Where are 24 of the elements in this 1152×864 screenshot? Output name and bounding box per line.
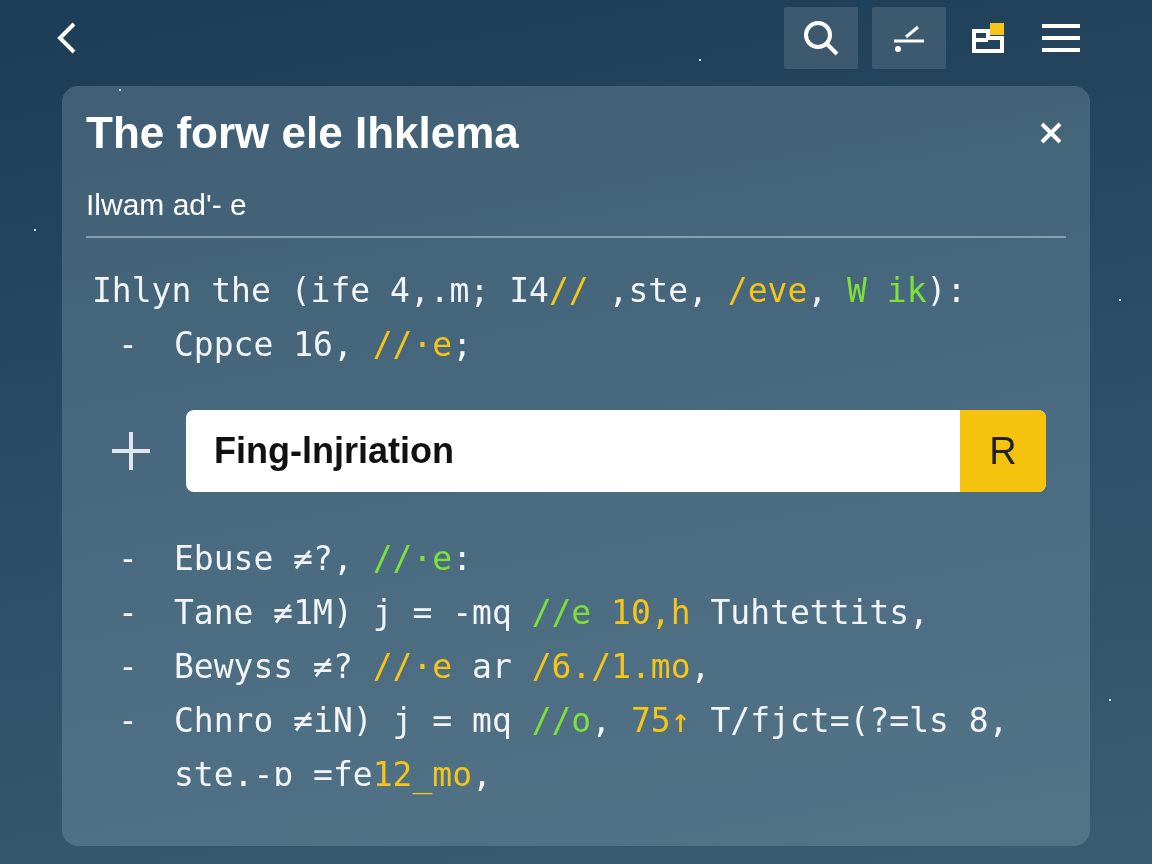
- list-item-text: Tane ≠1M) j = -mq //e 10,h Tuhtettits,: [174, 592, 930, 634]
- bullet-dash: -: [118, 592, 139, 634]
- menu-icon: [1042, 23, 1080, 53]
- bullet-dash: -: [118, 324, 139, 366]
- bullet-dash: -: [118, 700, 139, 742]
- close-icon: [1040, 122, 1062, 144]
- layout-icon: [972, 22, 1006, 54]
- bullet-dash: -: [118, 538, 139, 580]
- pen-icon: [892, 23, 926, 53]
- card-subtitle: Ilwam ad'- e: [86, 188, 1066, 238]
- search-icon: [802, 19, 840, 57]
- list-item-text: Chnro ≠iN) j = mq //o, 75↑ T/fjct=(?=ls 8, ste.-ɒ =fe12_mo,: [174, 700, 1010, 797]
- search-button[interactable]: [784, 7, 858, 69]
- intro-text: Ihlyn the (ife 4,.m; I4// ,ste, /eve, W ik):: [91, 270, 968, 312]
- back-icon: [56, 21, 78, 55]
- card-title: The forw ele Ihklema: [86, 108, 519, 158]
- list-item-text: Ebuse ≠?, //·e:: [174, 538, 474, 580]
- list-item-text: Bewyss ≠? //·e ar /6./1.mo,: [174, 646, 712, 688]
- plus-icon[interactable]: [110, 430, 152, 472]
- edit-button[interactable]: [872, 7, 946, 69]
- list-item-text: Cppce 16, //·e;: [174, 324, 474, 366]
- bullet-dash: -: [118, 646, 139, 688]
- submit-button[interactable]: R: [960, 410, 1046, 492]
- input-field[interactable]: Fing-lnjriation R: [186, 410, 1046, 492]
